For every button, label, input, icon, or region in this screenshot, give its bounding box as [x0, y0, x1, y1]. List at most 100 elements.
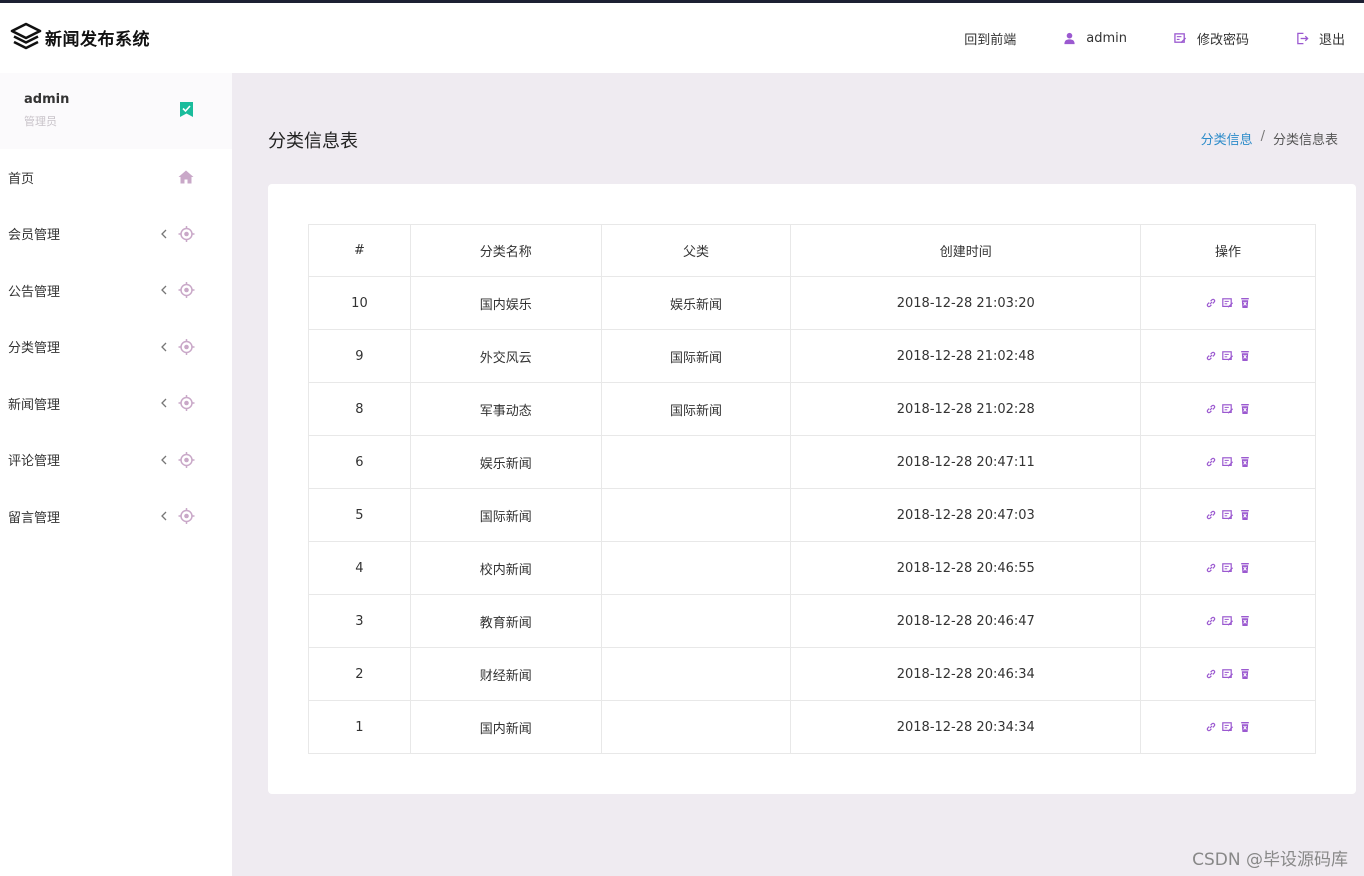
cell-name: 国内娱乐	[409, 276, 602, 330]
sidebar-item-categories[interactable]: 分类管理	[0, 319, 232, 376]
link-icon[interactable]	[1205, 297, 1217, 309]
delete-icon[interactable]	[1239, 403, 1251, 415]
delete-icon[interactable]	[1239, 668, 1251, 680]
link-icon[interactable]	[1205, 721, 1217, 733]
delete-icon[interactable]	[1239, 509, 1251, 521]
edit-icon[interactable]	[1222, 562, 1234, 574]
cell-name: 教育新闻	[409, 594, 602, 648]
breadcrumb-link[interactable]: 分类信息	[1201, 129, 1253, 148]
sidebar-item-label: 留言管理	[8, 510, 61, 526]
table-body: 10 国内娱乐 娱乐新闻 2018-12-28 21:03:20 9 外交风云 国际新闻 20…	[308, 276, 1316, 754]
sidebar-item-announcements[interactable]: 公告管理	[0, 262, 232, 319]
link-icon[interactable]	[1205, 350, 1217, 362]
cell-actions	[1140, 541, 1316, 595]
row-actions	[1141, 403, 1315, 415]
edit-icon[interactable]	[1222, 509, 1234, 521]
sidebar-item-messages[interactable]: 留言管理	[0, 488, 232, 545]
back-to-frontend-label: 回到前端	[964, 32, 1017, 48]
sidebar-item-members[interactable]: 会员管理	[0, 206, 232, 263]
header: 新闻发布系统 回到前端 admin 修改密码 退出	[0, 3, 1364, 73]
table-row: 2 财经新闻 2018-12-28 20:46:34	[308, 647, 1316, 701]
cell-actions	[1140, 594, 1316, 648]
link-icon[interactable]	[1205, 509, 1217, 521]
app-title: 新闻发布系统	[45, 29, 150, 50]
cell-parent: 国际新闻	[600, 382, 792, 436]
cell-created: 2018-12-28 20:34:34	[790, 700, 1142, 754]
cell-name: 国际新闻	[409, 488, 602, 542]
edit-icon[interactable]	[1222, 297, 1234, 309]
cell-parent	[600, 488, 792, 542]
column-header-created: 创建时间	[790, 224, 1142, 277]
table-row: 4 校内新闻 2018-12-28 20:46:55	[308, 541, 1316, 595]
edit-icon[interactable]	[1222, 350, 1234, 362]
user-menu[interactable]: admin	[1063, 31, 1127, 46]
link-icon[interactable]	[1205, 615, 1217, 627]
user-menu-label: admin	[1086, 30, 1127, 46]
logout-link[interactable]: 退出	[1296, 29, 1345, 48]
delete-icon[interactable]	[1239, 297, 1251, 309]
cell-created: 2018-12-28 20:46:47	[790, 594, 1142, 648]
cell-id: 9	[308, 329, 411, 383]
cell-id: 8	[308, 382, 411, 436]
sidebar-item-label: 新闻管理	[8, 397, 61, 413]
sidebar-item-comments[interactable]: 评论管理	[0, 432, 232, 489]
sidebar-item-news[interactable]: 新闻管理	[0, 375, 232, 432]
table-row: 5 国际新闻 2018-12-28 20:47:03	[308, 488, 1316, 542]
sidebar: admin 管理员 首页 会员管理 公告管理 分类管理 新闻管理 评论管理 留言…	[0, 73, 232, 876]
row-actions	[1141, 668, 1315, 680]
sidebar-item-label: 公告管理	[8, 284, 61, 300]
logout-icon	[1297, 32, 1309, 44]
edit-icon[interactable]	[1222, 668, 1234, 680]
edit-icon[interactable]	[1222, 403, 1234, 415]
table-header-row: # 分类名称 父类 创建时间 操作	[308, 224, 1316, 277]
cell-created: 2018-12-28 21:02:48	[790, 329, 1142, 383]
cell-name: 娱乐新闻	[409, 435, 602, 489]
cell-id: 5	[308, 488, 411, 542]
row-actions	[1141, 615, 1315, 627]
delete-icon[interactable]	[1239, 456, 1251, 468]
user-icon	[1064, 32, 1075, 44]
table-row: 8 军事动态 国际新闻 2018-12-28 21:02:28	[308, 382, 1316, 436]
home-icon	[178, 170, 194, 184]
cell-actions	[1140, 435, 1316, 489]
back-to-frontend-link[interactable]: 回到前端	[964, 29, 1016, 48]
cell-created: 2018-12-28 21:02:28	[790, 382, 1142, 436]
link-icon[interactable]	[1205, 668, 1217, 680]
link-icon[interactable]	[1205, 403, 1217, 415]
cell-created: 2018-12-28 20:47:11	[790, 435, 1142, 489]
page-title: 分类信息表	[268, 131, 358, 152]
cell-id: 2	[308, 647, 411, 701]
delete-icon[interactable]	[1239, 350, 1251, 362]
cell-name: 国内新闻	[409, 700, 602, 754]
cell-id: 4	[308, 541, 411, 595]
table-row: 1 国内新闻 2018-12-28 20:34:34	[308, 700, 1316, 754]
layers-icon	[10, 22, 42, 50]
watermark: CSDN @毕设源码库	[1192, 850, 1348, 870]
edit-icon[interactable]	[1222, 615, 1234, 627]
header-nav: 回到前端 admin 修改密码 退出	[964, 3, 1345, 73]
chevron-left-icon	[161, 342, 167, 352]
cell-parent	[600, 700, 792, 754]
row-actions	[1141, 509, 1315, 521]
cell-actions	[1140, 382, 1316, 436]
link-icon[interactable]	[1205, 456, 1217, 468]
link-icon[interactable]	[1205, 562, 1217, 574]
delete-icon[interactable]	[1239, 562, 1251, 574]
table-row: 9 外交风云 国际新闻 2018-12-28 21:02:48	[308, 329, 1316, 383]
table-row: 3 教育新闻 2018-12-28 20:46:47	[308, 594, 1316, 648]
edit-icon[interactable]	[1222, 721, 1234, 733]
sidebar-item-home[interactable]: 首页	[0, 149, 232, 206]
delete-icon[interactable]	[1239, 615, 1251, 627]
target-icon	[178, 395, 195, 412]
target-icon	[178, 508, 195, 525]
delete-icon[interactable]	[1239, 721, 1251, 733]
logo[interactable]: 新闻发布系统	[10, 21, 150, 53]
content-card: # 分类名称 父类 创建时间 操作 10 国内娱乐 娱乐新闻 2018-12-28 2…	[268, 184, 1356, 794]
column-header-actions: 操作	[1140, 224, 1316, 277]
change-password-link[interactable]: 修改密码	[1174, 29, 1249, 48]
edit-icon[interactable]	[1222, 456, 1234, 468]
sidebar-item-label: 分类管理	[8, 341, 61, 357]
cell-created: 2018-12-28 20:46:34	[790, 647, 1142, 701]
cell-created: 2018-12-28 21:03:20	[790, 276, 1142, 330]
user-panel: admin 管理员	[0, 73, 232, 149]
